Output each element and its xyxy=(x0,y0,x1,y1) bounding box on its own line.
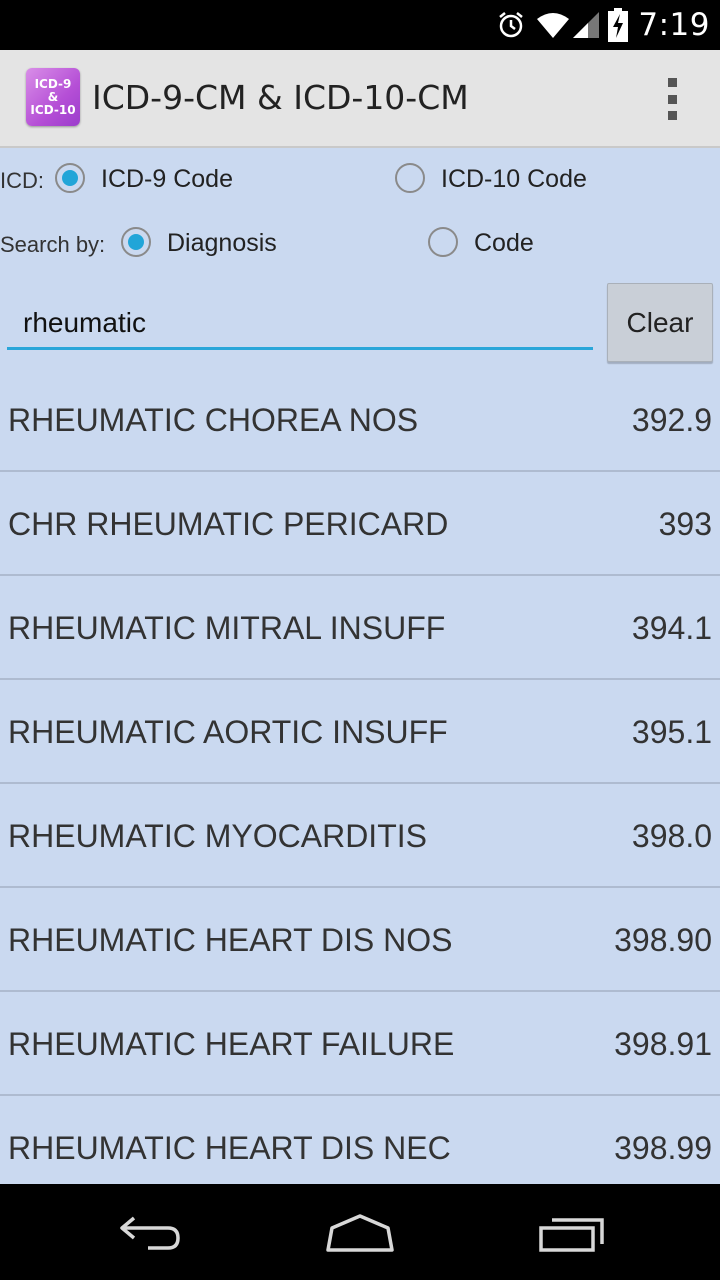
icd10-radio[interactable] xyxy=(395,163,425,193)
code-radio[interactable] xyxy=(428,227,458,257)
diagnosis-text: RHEUMATIC HEART DIS NOS xyxy=(8,922,453,958)
app-icon-text-line: & xyxy=(47,89,59,104)
diagnosis-radio-label[interactable]: Diagnosis xyxy=(167,229,277,258)
diagnosis-text: RHEUMATIC HEART FAILURE xyxy=(8,1026,455,1062)
main-content: ICD: ICD-9 Code ICD-10 Code Search by: D… xyxy=(0,148,720,1184)
list-item[interactable]: RHEUMATIC HEART DIS NEC 398.99 xyxy=(0,1096,720,1184)
app-title: ICD-9-CM & ICD-10-CM xyxy=(92,78,469,117)
app-icon[interactable]: ICD-9 & ICD-10 xyxy=(26,68,80,126)
diagnosis-text: CHR RHEUMATIC PERICARD xyxy=(8,506,449,542)
list-item[interactable]: RHEUMATIC HEART DIS NOS 398.90 xyxy=(0,888,720,992)
home-icon[interactable] xyxy=(325,1212,395,1258)
code-text: 394.1 xyxy=(631,610,712,646)
icd9-radio[interactable] xyxy=(55,163,85,193)
code-text: 398.99 xyxy=(614,1130,712,1166)
code-text: 398.91 xyxy=(614,1026,712,1062)
diagnosis-text: RHEUMATIC AORTIC INSUFF xyxy=(8,714,448,750)
icd9-radio-label[interactable]: ICD-9 Code xyxy=(101,165,233,194)
status-icons: 7:19 xyxy=(496,0,710,50)
wifi-icon xyxy=(536,11,570,39)
list-item[interactable]: RHEUMATIC CHOREA NOS 392.9 xyxy=(0,368,720,472)
list-item[interactable]: RHEUMATIC MITRAL INSUFF 394.1 xyxy=(0,576,720,680)
diagnosis-radio[interactable] xyxy=(121,227,151,257)
action-bar: ICD-9 & ICD-10 ICD-9-CM & ICD-10-CM xyxy=(0,50,720,148)
diagnosis-text: RHEUMATIC MITRAL INSUFF xyxy=(8,610,446,646)
icd-label: ICD: xyxy=(0,168,44,193)
list-item[interactable]: RHEUMATIC AORTIC INSUFF 395.1 xyxy=(0,680,720,784)
search-input[interactable] xyxy=(7,298,593,350)
code-text: 392.9 xyxy=(631,402,712,438)
app-icon-text-line: ICD-9 xyxy=(34,76,72,91)
diagnosis-text: RHEUMATIC CHOREA NOS xyxy=(8,402,419,438)
status-bar: 7:19 xyxy=(0,0,720,50)
list-item[interactable]: CHR RHEUMATIC PERICARD 393 xyxy=(0,472,720,576)
overflow-dot xyxy=(667,111,677,120)
recent-apps-icon[interactable] xyxy=(538,1212,606,1258)
list-item[interactable]: RHEUMATIC HEART FAILURE 398.91 xyxy=(0,992,720,1096)
navigation-bar xyxy=(0,1184,720,1280)
list-item[interactable]: RHEUMATIC MYOCARDITIS 398.0 xyxy=(0,784,720,888)
app-icon-text-line: ICD-10 xyxy=(30,102,76,117)
code-text: 393 xyxy=(658,506,712,542)
battery-charging-icon xyxy=(608,8,629,42)
diagnosis-text: RHEUMATIC HEART DIS NEC xyxy=(8,1130,451,1166)
icd10-radio-label[interactable]: ICD-10 Code xyxy=(441,165,587,194)
overflow-dot xyxy=(667,78,677,87)
search-by-label: Search by: xyxy=(0,232,106,257)
clock: 7:19 xyxy=(638,7,710,43)
results-list: RHEUMATIC CHOREA NOS 392.9 CHR RHEUMATIC… xyxy=(0,368,720,1184)
code-text: 398.90 xyxy=(614,922,712,958)
code-text: 398.0 xyxy=(631,818,712,854)
diagnosis-text: RHEUMATIC MYOCARDITIS xyxy=(8,818,427,854)
signal-icon xyxy=(572,11,600,39)
code-radio-label[interactable]: Code xyxy=(474,229,534,258)
back-icon[interactable] xyxy=(116,1212,184,1258)
clear-button[interactable]: Clear xyxy=(607,283,713,362)
code-text: 395.1 xyxy=(631,714,712,750)
overflow-menu-icon[interactable] xyxy=(660,78,684,120)
alarm-icon xyxy=(496,10,526,40)
overflow-dot xyxy=(667,94,677,104)
